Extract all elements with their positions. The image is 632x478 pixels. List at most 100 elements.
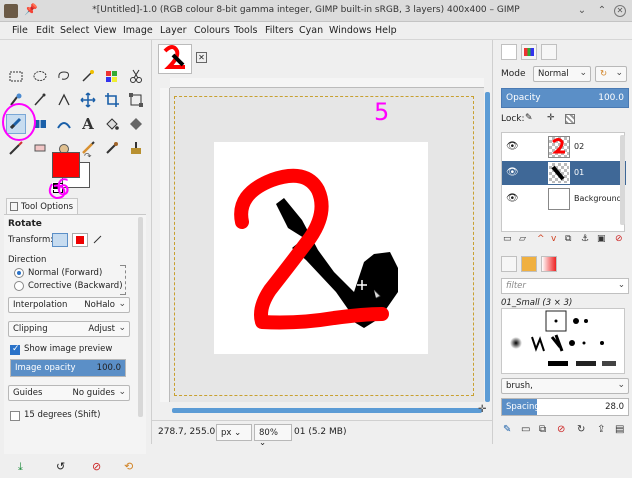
delete-layer-icon[interactable]: ⊘ — [615, 234, 623, 244]
eye-icon[interactable]: 👁 — [506, 193, 519, 204]
menu-select[interactable]: Select — [60, 25, 89, 36]
crop-icon[interactable] — [102, 90, 122, 110]
duplicate-layer-icon[interactable]: ⧉ — [565, 234, 571, 244]
open-brush-icon[interactable]: ⇪ — [597, 424, 605, 435]
zoom-combo[interactable]: 80% ⌄ — [254, 424, 292, 448]
lock-pixels-icon[interactable]: ✎ — [525, 113, 533, 123]
eye-icon[interactable]: 👁 — [506, 141, 519, 152]
brush-menu-icon[interactable]: ▤ — [615, 424, 624, 435]
rect-select-icon[interactable] — [6, 66, 26, 86]
clone-icon[interactable] — [126, 138, 146, 158]
layer-row-02[interactable]: 👁 02 — [502, 135, 626, 159]
maximize-icon[interactable]: ⌃ — [596, 5, 608, 17]
menu-windows[interactable]: Windows — [329, 25, 371, 36]
menu-cyan[interactable]: Cyan — [299, 25, 323, 36]
menu-layer[interactable]: Layer — [160, 25, 187, 36]
brush-preset-combo[interactable]: brush, ⌄ — [501, 378, 629, 394]
brush-spacing-slider[interactable]: Spacing 28.0 — [501, 398, 629, 416]
layer-mode-combo[interactable]: Normal ⌄ — [533, 66, 591, 82]
close-image-tab-icon[interactable]: ✕ — [196, 52, 207, 63]
delete-options-icon[interactable]: ⊘ — [92, 460, 101, 473]
new-group-icon[interactable]: ▱ — [519, 234, 526, 244]
layer-row-background[interactable]: 👁 Background — [502, 187, 626, 211]
transform-layer-button[interactable] — [52, 233, 68, 247]
image-tab-thumbnail[interactable] — [158, 44, 192, 74]
delete-brush-icon[interactable]: ⊘ — [557, 424, 565, 435]
refresh-brushes-icon[interactable]: ↻ — [577, 424, 585, 435]
menu-edit[interactable]: Edit — [36, 25, 54, 36]
tab-gradients[interactable] — [541, 256, 557, 272]
show-preview-checkbox[interactable] — [10, 344, 20, 355]
bucket-fill-icon[interactable] — [102, 114, 122, 134]
clipping-combo[interactable]: Clipping Adjust ⌄ — [8, 321, 130, 337]
tool-options-scrollbar[interactable] — [138, 217, 143, 417]
edit-brush-icon[interactable]: ✎ — [503, 424, 511, 435]
free-select-icon[interactable] — [54, 66, 74, 86]
brushes-tabstrip — [497, 256, 629, 274]
reset-options-icon[interactable]: ⟲ — [124, 460, 133, 473]
duplicate-brush-icon[interactable]: ⧉ — [539, 424, 546, 435]
menu-image[interactable]: Image — [123, 25, 153, 36]
chevron-down-icon: ⌄ — [118, 323, 126, 333]
fuzzy-select-icon[interactable] — [78, 66, 98, 86]
layer-row-01[interactable]: 👁 01 — [502, 161, 626, 185]
fifteen-degrees-label: 15 degrees (Shift) — [24, 410, 101, 420]
tab-patterns[interactable] — [521, 256, 537, 272]
text-tool-icon[interactable]: A — [78, 114, 98, 134]
menu-tools[interactable]: Tools — [234, 25, 257, 36]
menu-colours[interactable]: Colours — [194, 25, 230, 36]
new-brush-icon[interactable]: ▭ — [521, 424, 530, 435]
tab-brushes[interactable] — [501, 256, 517, 272]
ellipse-select-icon[interactable] — [30, 66, 50, 86]
fifteen-degrees-checkbox[interactable] — [10, 411, 20, 421]
image-opacity-slider[interactable]: Image opacity 100.0 — [10, 359, 126, 377]
chevron-down-icon: ⌄ — [118, 299, 126, 309]
move-icon[interactable] — [78, 90, 98, 110]
restore-options-icon[interactable]: ↺ — [56, 460, 65, 473]
image-canvas[interactable] — [214, 142, 428, 354]
layer-mode-switch[interactable]: ↻ ⌄ — [595, 66, 627, 82]
interpolation-combo[interactable]: Interpolation NoHalo ⌄ — [8, 297, 130, 313]
tab-channels[interactable] — [521, 44, 537, 60]
eye-icon[interactable]: 👁 — [506, 167, 519, 178]
unified-transform-icon[interactable] — [126, 90, 146, 110]
transform-selection-button[interactable] — [72, 233, 88, 247]
minimize-icon[interactable]: ⌄ — [576, 5, 588, 17]
lock-alpha-icon[interactable] — [565, 114, 575, 124]
anchor-layer-icon[interactable]: ⚓ — [581, 234, 589, 244]
brush-grid[interactable] — [501, 308, 625, 374]
lock-row: Lock: ✎ ✛ — [501, 113, 629, 128]
layers-scrollbar[interactable] — [620, 135, 625, 225]
horizontal-scrollbar[interactable] — [172, 408, 482, 413]
vertical-scrollbar[interactable] — [485, 92, 490, 402]
guides-combo[interactable]: Guides No guides ⌄ — [8, 385, 130, 401]
tab-layers[interactable] — [501, 44, 517, 60]
brush-filter-input[interactable]: filter ⌄ — [501, 278, 629, 294]
menu-file[interactable]: File — [12, 25, 28, 36]
navigate-icon[interactable]: ✛ — [478, 404, 486, 415]
lower-layer-icon[interactable]: v — [551, 234, 556, 244]
transform-label: Transform: — [8, 235, 54, 245]
brush-preset-select[interactable]: brush, ⌄ — [501, 378, 629, 394]
menu-help[interactable]: Help — [375, 25, 397, 36]
tab-paths[interactable] — [541, 44, 557, 60]
swap-colors-icon[interactable]: ↷ — [84, 152, 92, 162]
new-layer-icon[interactable]: ▭ — [503, 234, 512, 244]
scissors-icon[interactable] — [126, 66, 146, 86]
ink-icon[interactable] — [102, 138, 122, 158]
unit-combo[interactable]: px ⌄ — [216, 424, 252, 441]
gradient-icon[interactable] — [126, 114, 146, 134]
direction-normal-radio[interactable] — [14, 268, 24, 278]
select-by-color-icon[interactable] — [102, 66, 122, 86]
transform-path-button[interactable] — [92, 233, 108, 247]
pin-icon[interactable]: 📌 — [24, 3, 38, 16]
layer-opacity-slider[interactable]: Opacity 100.0 — [501, 88, 629, 108]
lock-position-icon[interactable]: ✛ — [547, 113, 555, 123]
raise-layer-icon[interactable]: ^ — [537, 234, 545, 244]
close-icon[interactable]: ✕ — [614, 5, 626, 17]
menu-view[interactable]: View — [94, 25, 117, 36]
layer-mask-icon[interactable]: ▣ — [597, 234, 606, 244]
menu-filters[interactable]: Filters — [265, 25, 293, 36]
direction-corrective-radio[interactable] — [14, 281, 24, 291]
save-options-icon[interactable]: ⤓ — [18, 460, 23, 474]
